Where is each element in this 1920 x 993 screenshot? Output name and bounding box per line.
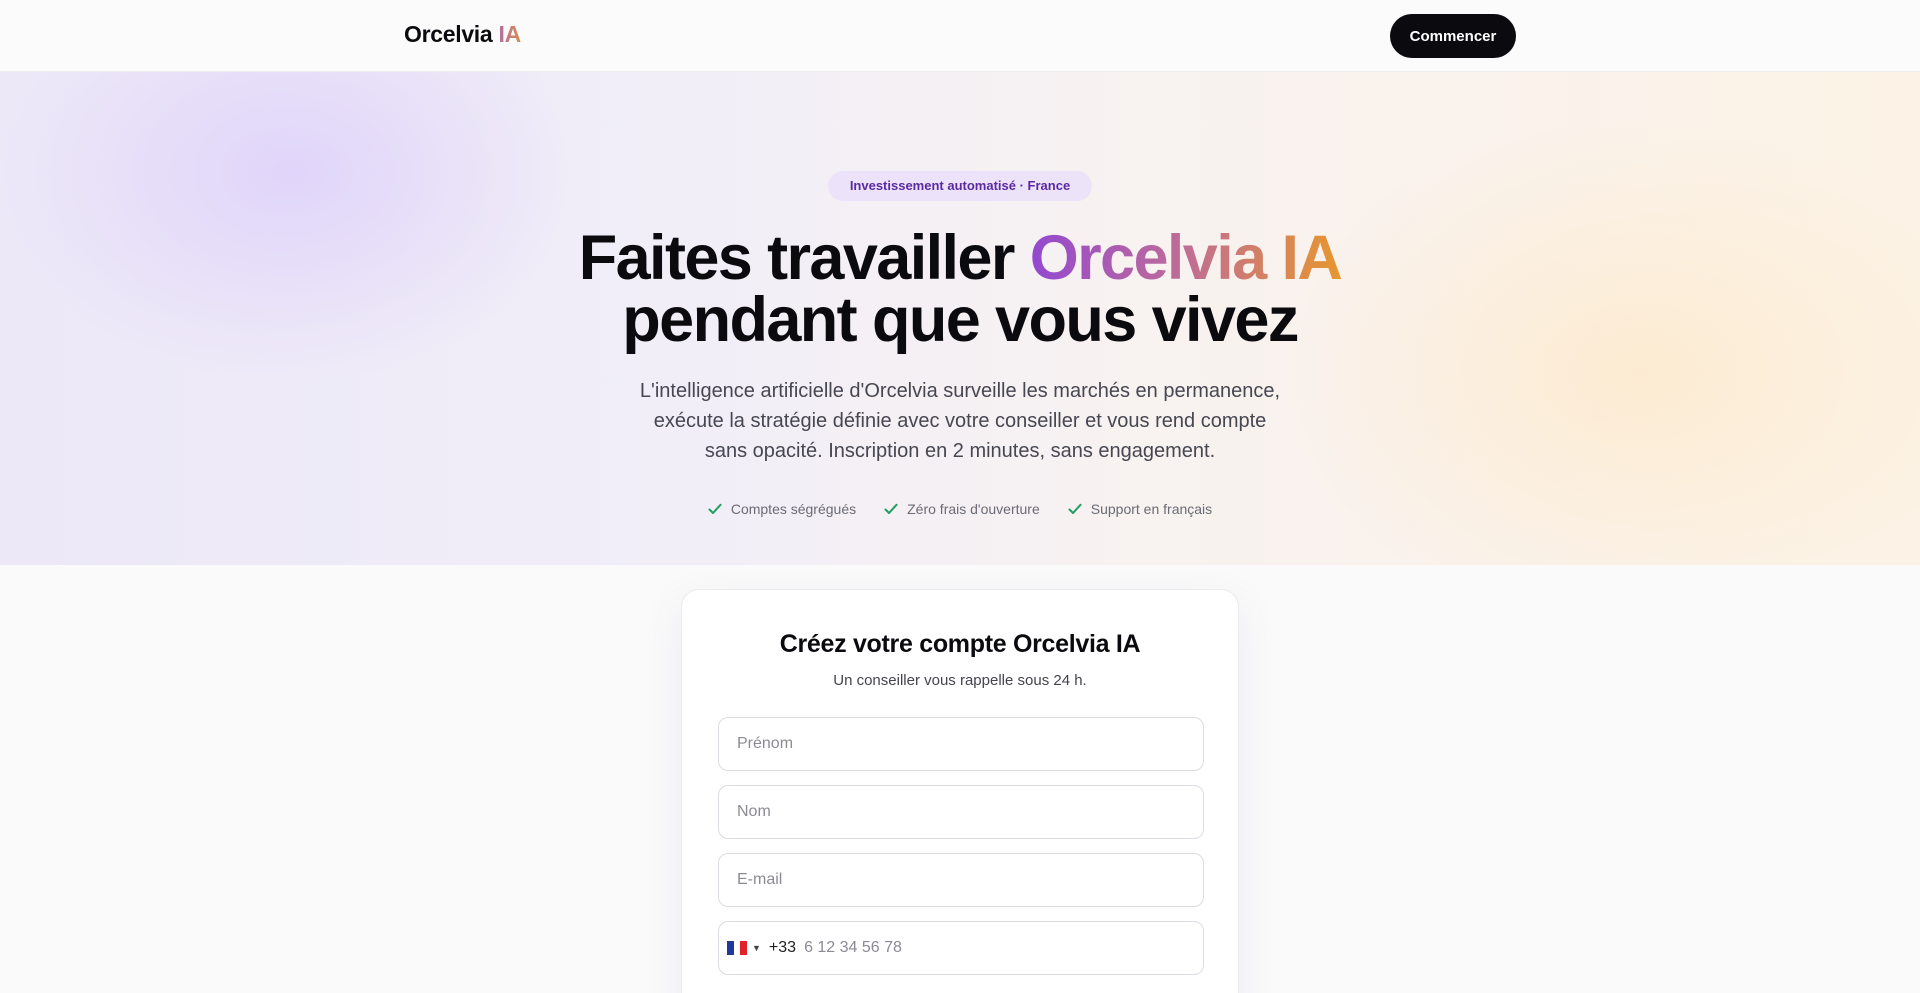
last-name-input[interactable] xyxy=(718,785,1204,839)
hero-section: Investissement automatisé · France Faite… xyxy=(0,72,1920,565)
phone-input[interactable] xyxy=(804,923,1203,973)
headline-part1: Faites travailler xyxy=(578,223,1030,293)
email-input[interactable] xyxy=(718,853,1204,907)
signup-card: Créez votre compte Orcelvia IA Un consei… xyxy=(681,589,1239,993)
check-icon xyxy=(1068,503,1082,514)
feature-label: Zéro frais d'ouverture xyxy=(907,501,1040,517)
headline-part2: pendant que vous vivez xyxy=(622,285,1299,355)
first-name-input[interactable] xyxy=(718,717,1204,771)
hero-headline: Faites travailler Orcelvia IA pendant qu… xyxy=(460,227,1460,352)
phone-field: ▼ +33 xyxy=(718,921,1204,975)
brand-suffix: IA xyxy=(498,21,521,47)
brand-logo[interactable]: Orcelvia IA xyxy=(404,21,521,48)
headline-highlight: Orcelvia IA xyxy=(1029,223,1343,293)
subtitle-line-2: exécute la stratégie définie avec votre … xyxy=(653,410,1267,432)
france-flag-icon[interactable] xyxy=(727,941,748,955)
dial-code: +33 xyxy=(768,939,797,956)
feature-checklist: Comptes ségrégués Zéro frais d'ouverture… xyxy=(0,501,1920,517)
hero-subtitle: L'intelligence artificielle d'Orcelvia s… xyxy=(610,376,1310,466)
feature-item-zero-fees: Zéro frais d'ouverture xyxy=(884,501,1040,517)
brand-name: Orcelvia xyxy=(404,21,493,47)
top-navigation: Orcelvia IA Commencer xyxy=(0,0,1920,72)
signup-title: Créez votre compte Orcelvia IA xyxy=(779,630,1141,658)
feature-item-segregated-accounts: Comptes ségrégués xyxy=(708,501,856,517)
start-button[interactable]: Commencer xyxy=(1390,14,1516,58)
chevron-down-icon[interactable]: ▼ xyxy=(752,943,761,953)
feature-item-french-support: Support en français xyxy=(1068,501,1212,517)
signup-subtitle: Un conseiller vous rappelle sous 24 h. xyxy=(833,672,1087,689)
feature-label: Support en français xyxy=(1090,501,1213,517)
subtitle-line-3: sans opacité. Inscription en 2 minutes, … xyxy=(704,440,1216,462)
feature-label: Comptes ségrégués xyxy=(730,501,857,517)
hero-badge: Investissement automatisé · France xyxy=(828,171,1092,201)
check-icon xyxy=(884,503,898,514)
subtitle-line-1: L'intelligence artificielle d'Orcelvia s… xyxy=(639,380,1281,402)
check-icon xyxy=(708,503,722,514)
